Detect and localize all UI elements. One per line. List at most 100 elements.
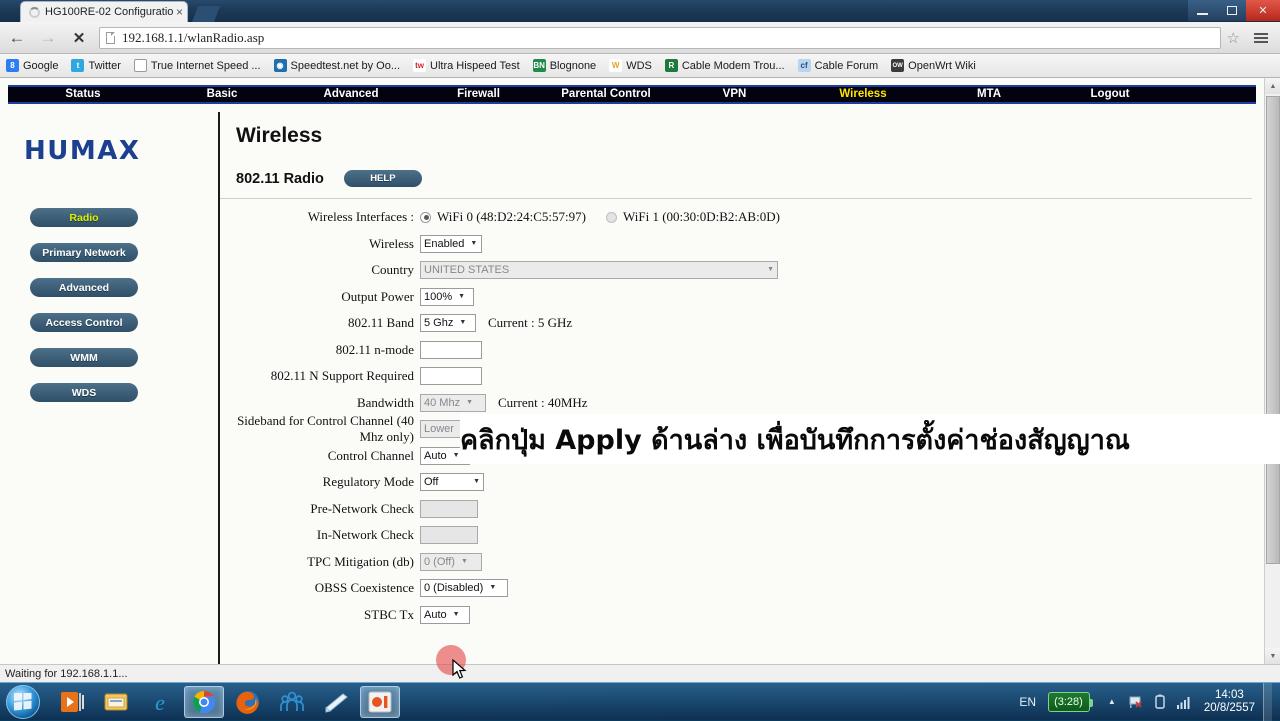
form-row-stbc-tx: STBC Tx Auto ▼ xyxy=(220,602,1258,629)
bookmark-item[interactable]: W WDS xyxy=(609,59,652,72)
section-divider xyxy=(220,198,1252,199)
bookmark-item[interactable]: 8 Google xyxy=(6,59,58,72)
taskbar-item-mozilla-firefox[interactable] xyxy=(228,686,268,718)
band-label: 802.11 Band xyxy=(348,315,414,331)
minimize-button[interactable] xyxy=(1188,0,1217,21)
form-row-80211-band: 802.11 Band 5 Ghz ▼ Current : 5 GHz xyxy=(220,310,1258,337)
scroll-down-arrow-icon[interactable]: ▼ xyxy=(1265,648,1280,664)
back-button[interactable]: ← xyxy=(3,24,31,52)
humax-logo: HUMAX xyxy=(24,136,141,166)
nav-item-advanced[interactable]: Advanced xyxy=(286,85,416,104)
scrollbar-thumb[interactable] xyxy=(1266,96,1280,564)
router-sidebar: HUMAX Radio Primary Network Advanced Acc… xyxy=(0,112,218,664)
browser-tab[interactable]: HG100RE-02 Configuratio × xyxy=(20,1,188,22)
sidebar-item-access-control[interactable]: Access Control xyxy=(30,313,138,332)
n-mode-select[interactable] xyxy=(420,340,482,359)
nav-item-logout[interactable]: Logout xyxy=(1050,85,1170,104)
tab-title: HG100RE-02 Configuratio xyxy=(45,6,173,18)
taskbar-item-internet-explorer[interactable]: e xyxy=(140,686,180,718)
bookmark-item[interactable]: OW OpenWrt Wiki xyxy=(891,59,976,72)
tab-close-icon[interactable]: × xyxy=(176,6,183,18)
tpc-mitigation-select[interactable]: 0 (Off) ▼ xyxy=(420,552,482,571)
svg-text:e: e xyxy=(155,690,165,715)
maximize-button[interactable] xyxy=(1217,0,1246,21)
nav-item-status[interactable]: Status xyxy=(8,85,158,104)
form-row-country: Country UNITED STATES ▼ xyxy=(220,257,1258,284)
close-window-button[interactable]: ✕ xyxy=(1246,0,1280,21)
chevron-down-icon: ▼ xyxy=(466,398,474,406)
network-flag-icon[interactable] xyxy=(1126,691,1146,713)
taskbar-item-media-player[interactable] xyxy=(52,686,92,718)
show-desktop-button[interactable] xyxy=(1263,682,1272,721)
bandwidth-label: Bandwidth xyxy=(356,394,414,410)
stbc-tx-select[interactable]: Auto ▼ xyxy=(420,605,470,624)
taskbar-item-google-chrome[interactable] xyxy=(184,685,224,718)
new-tab-button[interactable] xyxy=(192,6,220,22)
nav-item-firewall[interactable]: Firewall xyxy=(416,85,541,104)
radio-wifi1[interactable] xyxy=(605,211,617,223)
in-network-check-input[interactable] xyxy=(420,526,478,545)
bookmark-star-icon[interactable]: ☆ xyxy=(1227,29,1240,47)
wireless-select[interactable]: Enabled ▼ xyxy=(420,234,482,253)
regulatory-mode-select[interactable]: Off ▼ xyxy=(420,473,484,492)
sidebar-item-radio[interactable]: Radio xyxy=(30,208,138,227)
windows-taskbar: e EN (3:28) ▲ 14:03 20/8/2557 xyxy=(0,682,1280,721)
page-vertical-scrollbar[interactable]: ▲ ▼ xyxy=(1264,78,1280,664)
obss-coexistence-select[interactable]: 0 (Disabled) ▼ xyxy=(420,579,508,598)
taskbar-item-notepad-app[interactable] xyxy=(316,686,356,718)
bookmark-favicon-icon: OW xyxy=(891,59,905,72)
in-network-check-label: In-Network Check xyxy=(316,527,414,543)
bookmark-favicon-icon: R xyxy=(664,59,678,72)
scroll-up-arrow-icon[interactable]: ▲ xyxy=(1265,78,1280,94)
sidebar-item-primary-network[interactable]: Primary Network xyxy=(30,243,138,262)
language-indicator[interactable]: EN xyxy=(1019,695,1036,709)
country-select[interactable]: UNITED STATES ▼ xyxy=(420,261,778,280)
battery-status-badge[interactable]: (3:28) xyxy=(1048,691,1093,712)
tray-overflow-arrow-icon[interactable]: ▲ xyxy=(1102,691,1122,713)
page-content: Wireless 802.11 Radio HELP Wireless Inte… xyxy=(220,112,1258,664)
nav-item-parental-control[interactable]: Parental Control xyxy=(541,85,671,104)
taskbar-item-media-center[interactable] xyxy=(360,685,400,718)
sidebar-item-wds[interactable]: WDS xyxy=(30,383,138,402)
nav-item-mta[interactable]: MTA xyxy=(928,85,1050,104)
form-row-regulatory-mode: Regulatory Mode Off ▼ xyxy=(220,469,1258,496)
bookmark-item[interactable]: R Cable Modem Trou... xyxy=(664,59,785,72)
bookmark-item[interactable]: ◉ Speedtest.net by Oo... xyxy=(273,59,400,72)
system-tray: EN (3:28) ▲ 14:03 20/8/2557 xyxy=(1019,682,1280,721)
n-support-required-select[interactable] xyxy=(420,367,482,386)
bookmark-item[interactable]: BN Blognone xyxy=(532,59,596,72)
pre-network-check-input[interactable] xyxy=(420,499,478,518)
band-select[interactable]: 5 Ghz ▼ xyxy=(420,314,476,333)
chrome-menu-button[interactable] xyxy=(1248,32,1274,43)
sidebar-item-wmm[interactable]: WMM xyxy=(30,348,138,367)
bookmark-item[interactable]: tw Ultra Hispeed Test xyxy=(413,59,520,72)
band-select-value: 5 Ghz xyxy=(424,317,454,330)
nav-item-wireless[interactable]: Wireless xyxy=(798,85,928,104)
chevron-down-icon: ▼ xyxy=(470,239,478,247)
stbc-tx-select-value: Auto xyxy=(424,608,447,621)
signal-strength-icon[interactable] xyxy=(1174,691,1194,713)
battery-icon[interactable] xyxy=(1150,691,1170,713)
start-button-icon[interactable] xyxy=(6,684,40,719)
bookmark-item[interactable]: True Internet Speed ... xyxy=(133,59,261,72)
nav-item-vpn[interactable]: VPN xyxy=(671,85,798,104)
taskbar-item-file-explorer[interactable] xyxy=(96,686,136,718)
bookmark-item[interactable]: t Twitter xyxy=(71,59,121,72)
section-title: 802.11 Radio xyxy=(236,170,324,187)
sidebar-item-advanced[interactable]: Advanced xyxy=(30,278,138,297)
radio-wifi0[interactable] xyxy=(420,211,431,223)
bookmark-favicon-icon: 8 xyxy=(6,59,19,72)
help-button[interactable]: HELP xyxy=(343,170,422,187)
bandwidth-select[interactable]: 40 Mhz ▼ xyxy=(420,393,486,412)
forward-button[interactable]: → xyxy=(34,24,62,52)
address-bar[interactable]: 192.168.1.1/wlanRadio.asp xyxy=(99,26,1221,49)
output-power-select[interactable]: 100% ▼ xyxy=(420,287,474,306)
page-viewport: Status Basic Advanced Firewall Parental … xyxy=(0,78,1280,664)
bookmarks-bar: 8 Google t Twitter True Internet Speed .… xyxy=(0,54,1280,78)
taskbar-clock[interactable]: 14:03 20/8/2557 xyxy=(1204,689,1255,715)
nav-item-basic[interactable]: Basic xyxy=(158,85,286,104)
stop-loading-button[interactable]: ✕ xyxy=(65,24,93,52)
bookmark-label: Google xyxy=(23,59,59,72)
bookmark-item[interactable]: cf Cable Forum xyxy=(797,59,878,72)
taskbar-item-people-app[interactable] xyxy=(272,686,312,718)
